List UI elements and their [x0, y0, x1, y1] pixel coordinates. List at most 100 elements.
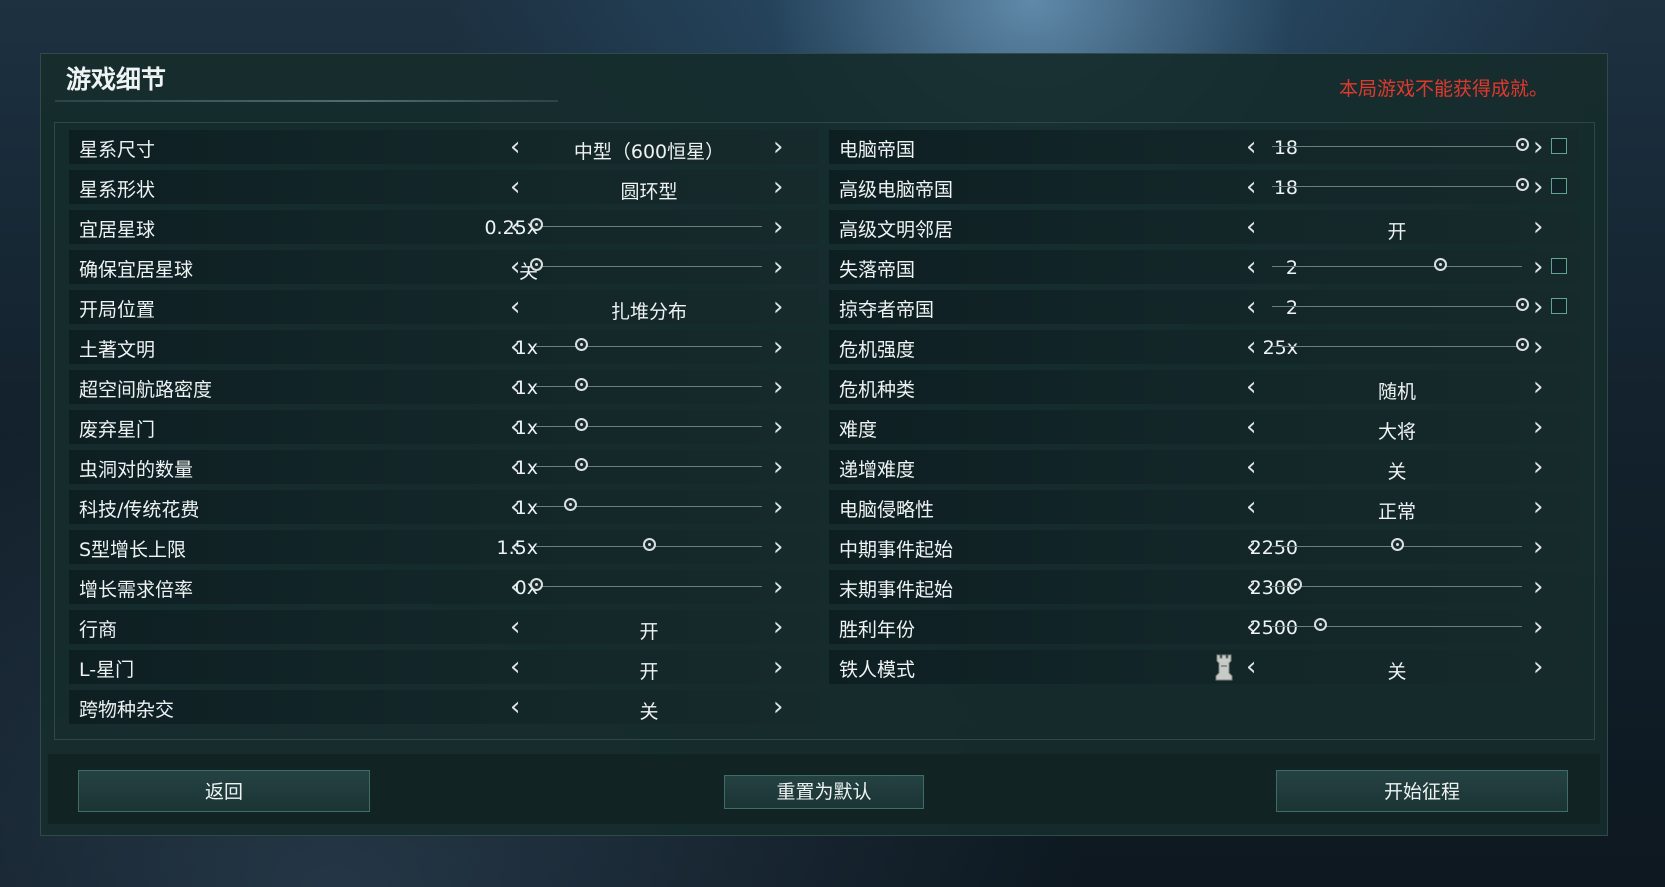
setting-label: 铁人模式	[839, 659, 916, 681]
enable-checkbox[interactable]	[1551, 138, 1567, 154]
chevron-right-icon[interactable]: ›	[773, 334, 783, 360]
chevron-right-icon[interactable]: ›	[1533, 534, 1543, 560]
chevron-right-icon[interactable]: ›	[1533, 414, 1543, 440]
setting-slider-track[interactable]	[536, 498, 762, 511]
setting-choice-value: 扎堆分布	[610, 301, 687, 323]
chevron-right-icon[interactable]: ›	[773, 614, 783, 640]
setting-label: 开局位置	[79, 299, 156, 321]
setting-slider-track[interactable]	[1272, 338, 1529, 351]
slider-knob[interactable]	[530, 218, 543, 231]
left-row-3: 确保宜居星球 ‹ › 关	[69, 250, 818, 284]
setting-slider-track[interactable]	[1272, 178, 1529, 191]
chevron-left-icon[interactable]: ‹	[1246, 214, 1256, 240]
chevron-right-icon[interactable]: ›	[773, 294, 783, 320]
chevron-right-icon[interactable]: ›	[1533, 574, 1543, 600]
title-divider	[55, 100, 558, 102]
chevron-left-icon[interactable]: ‹	[1246, 494, 1256, 520]
slider-knob[interactable]	[1313, 618, 1327, 631]
chevron-right-icon[interactable]: ›	[1533, 654, 1543, 680]
chevron-left-icon[interactable]: ‹	[510, 694, 520, 720]
chevron-right-icon[interactable]: ›	[1533, 134, 1543, 160]
setting-value: 2250	[1249, 537, 1298, 559]
chevron-right-icon[interactable]: ›	[1533, 254, 1543, 280]
chevron-left-icon[interactable]: ‹	[510, 174, 520, 200]
setting-slider-track[interactable]	[536, 418, 762, 431]
chevron-right-icon[interactable]: ›	[773, 174, 783, 200]
chevron-right-icon[interactable]: ›	[773, 414, 783, 440]
setting-value: 25x	[1262, 337, 1298, 359]
slider-knob[interactable]	[1391, 538, 1404, 551]
slider-knob[interactable]	[530, 258, 543, 271]
chevron-right-icon[interactable]: ›	[1533, 614, 1543, 640]
setting-slider-track[interactable]	[530, 578, 762, 591]
slider-knob[interactable]	[643, 538, 656, 551]
setting-slider-track[interactable]	[1272, 538, 1522, 551]
slider-knob[interactable]	[575, 418, 589, 431]
chevron-left-icon[interactable]: ‹	[510, 134, 520, 160]
setting-slider-track[interactable]	[1272, 298, 1529, 311]
setting-slider-track[interactable]	[530, 218, 762, 231]
chevron-left-icon[interactable]: ‹	[510, 654, 520, 680]
start-game-button[interactable]: 开始征程	[1276, 770, 1568, 812]
setting-slider-track[interactable]	[530, 258, 762, 271]
slider-knob[interactable]	[1516, 338, 1529, 351]
slider-knob[interactable]	[1516, 298, 1529, 311]
slider-knob[interactable]	[1433, 258, 1447, 271]
slider-knob[interactable]	[1288, 578, 1302, 591]
slider-knob[interactable]	[1516, 138, 1529, 151]
chevron-left-icon[interactable]: ‹	[1246, 294, 1256, 320]
chevron-right-icon[interactable]: ›	[773, 214, 783, 240]
setting-choice-value: 开	[639, 621, 659, 643]
slider-knob[interactable]	[1516, 178, 1529, 191]
setting-slider-track[interactable]	[1272, 138, 1529, 151]
chevron-right-icon[interactable]: ›	[1533, 494, 1543, 520]
slider-knob[interactable]	[575, 338, 589, 351]
setting-label: 电脑侵略性	[839, 499, 935, 521]
setting-slider-track[interactable]	[536, 338, 762, 351]
chevron-right-icon[interactable]: ›	[773, 534, 783, 560]
chevron-left-icon[interactable]: ‹	[510, 614, 520, 640]
chevron-right-icon[interactable]: ›	[773, 574, 783, 600]
setting-slider-track[interactable]	[1272, 258, 1522, 271]
chevron-left-icon[interactable]: ‹	[510, 294, 520, 320]
slider-knob[interactable]	[530, 578, 543, 591]
chevron-right-icon[interactable]: ›	[773, 694, 783, 720]
setting-label: 行商	[79, 619, 118, 641]
chevron-right-icon[interactable]: ›	[773, 454, 783, 480]
chevron-left-icon[interactable]: ‹	[1246, 414, 1256, 440]
chevron-right-icon[interactable]: ›	[1533, 214, 1543, 240]
chevron-left-icon[interactable]: ‹	[1246, 254, 1256, 280]
chevron-right-icon[interactable]: ›	[1533, 334, 1543, 360]
setting-slider-track[interactable]	[536, 378, 762, 391]
chevron-right-icon[interactable]: ›	[773, 654, 783, 680]
setting-label: 胜利年份	[839, 619, 916, 641]
slider-knob[interactable]	[563, 498, 577, 511]
setting-slider-track[interactable]	[1272, 578, 1522, 591]
chevron-right-icon[interactable]: ›	[773, 254, 783, 280]
setting-slider-track[interactable]	[536, 458, 762, 471]
setting-label: 土著文明	[79, 339, 156, 361]
chevron-left-icon[interactable]: ‹	[1246, 334, 1256, 360]
setting-slider-track[interactable]	[1272, 618, 1522, 631]
enable-checkbox[interactable]	[1551, 258, 1567, 274]
chevron-left-icon[interactable]: ‹	[1246, 174, 1256, 200]
chevron-right-icon[interactable]: ›	[1533, 374, 1543, 400]
chevron-right-icon[interactable]: ›	[1533, 454, 1543, 480]
chevron-right-icon[interactable]: ›	[773, 374, 783, 400]
setting-value: 1x	[514, 497, 538, 519]
chevron-left-icon[interactable]: ‹	[1246, 454, 1256, 480]
chevron-left-icon[interactable]: ‹	[1246, 654, 1256, 680]
chevron-left-icon[interactable]: ‹	[1246, 134, 1256, 160]
enable-checkbox[interactable]	[1551, 178, 1567, 194]
chevron-right-icon[interactable]: ›	[773, 494, 783, 520]
chevron-right-icon[interactable]: ›	[1533, 174, 1543, 200]
slider-knob[interactable]	[575, 378, 589, 391]
chevron-left-icon[interactable]: ‹	[1246, 374, 1256, 400]
reset-default-button[interactable]: 重置为默认	[724, 775, 924, 809]
enable-checkbox[interactable]	[1551, 298, 1567, 314]
chevron-right-icon[interactable]: ›	[773, 134, 783, 160]
chevron-right-icon[interactable]: ›	[1533, 294, 1543, 320]
slider-knob[interactable]	[575, 458, 589, 471]
setting-slider-track[interactable]	[536, 538, 762, 551]
back-button[interactable]: 返回	[78, 770, 370, 812]
